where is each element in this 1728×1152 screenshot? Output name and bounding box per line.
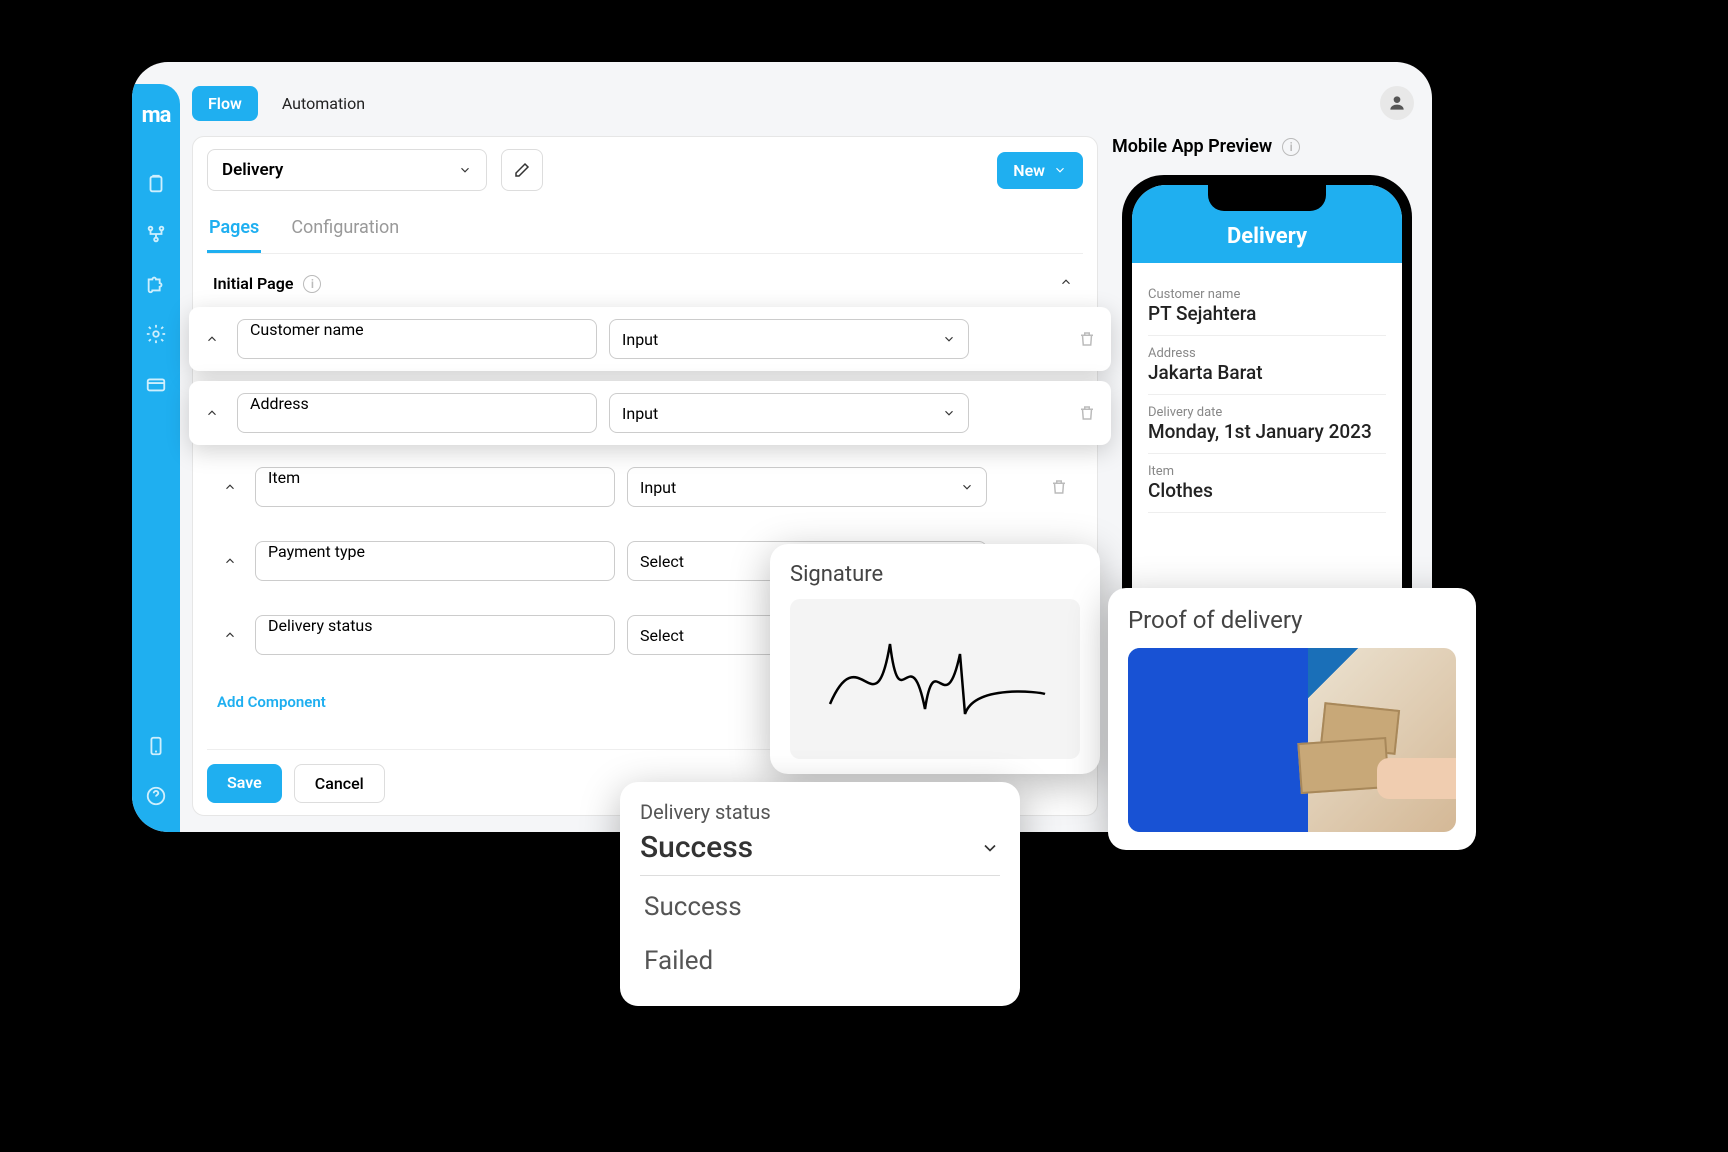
help-icon[interactable] [142, 782, 170, 810]
proof-of-delivery-card: Proof of delivery [1108, 588, 1476, 850]
field-row: Address Input [189, 381, 1111, 445]
receiving-hand [1377, 758, 1456, 798]
tab-automation[interactable]: Automation [266, 86, 381, 121]
field-type-select[interactable]: Input [609, 393, 969, 433]
chevron-down-icon [942, 406, 956, 420]
trash-icon[interactable] [1073, 325, 1101, 353]
preview-field-value: Clothes [1148, 479, 1386, 513]
chevron-down-icon [1053, 163, 1067, 177]
status-option[interactable]: Failed [640, 934, 1000, 988]
subtab-pages[interactable]: Pages [207, 209, 261, 253]
preview-field-value: PT Sejahtera [1148, 302, 1386, 336]
proof-image [1128, 648, 1456, 832]
phone-notch [1208, 185, 1326, 211]
section-title: Initial Page [213, 274, 293, 293]
chevron-up-icon[interactable] [199, 326, 225, 352]
chevron-up-icon[interactable] [199, 400, 225, 426]
clipboard-icon[interactable] [142, 170, 170, 198]
trash-icon[interactable] [1045, 473, 1073, 501]
subtab-configuration[interactable]: Configuration [289, 209, 401, 253]
save-button[interactable]: Save [207, 764, 282, 803]
preview-field-label: Address [1148, 346, 1386, 361]
field-type-select[interactable]: Input [627, 467, 987, 507]
sidebar: ma [132, 84, 180, 832]
preview-field-value: Monday, 1st January 2023 [1148, 420, 1386, 454]
preview-field-label: Item [1148, 464, 1386, 479]
preview-field-value: Jakarta Barat [1148, 361, 1386, 395]
editor-header: Delivery New [207, 149, 1083, 191]
editor-subtabs: Pages Configuration [207, 209, 1083, 254]
mobile-icon[interactable] [142, 732, 170, 760]
field-name-input[interactable]: Payment type [255, 541, 615, 581]
flow-name: Delivery [222, 160, 283, 180]
chevron-down-icon [458, 163, 472, 177]
field-name-input[interactable]: Address [237, 393, 597, 433]
chevron-up-icon[interactable] [217, 474, 243, 500]
field-type-select[interactable]: Input [609, 319, 969, 359]
proof-title: Proof of delivery [1128, 606, 1456, 634]
status-option[interactable]: Success [640, 880, 1000, 934]
preview-field-label: Delivery date [1148, 405, 1386, 420]
chevron-down-icon [980, 838, 1000, 858]
card-icon[interactable] [142, 370, 170, 398]
edit-flow-button[interactable] [501, 149, 543, 191]
field-row: Customer name Input [189, 307, 1111, 371]
signature-pad[interactable] [790, 599, 1080, 759]
section-header: Initial Page i [207, 268, 1083, 307]
field-name-input[interactable]: Delivery status [255, 615, 615, 655]
tab-flow[interactable]: Flow [192, 86, 258, 121]
status-selected[interactable]: Success [640, 830, 1000, 876]
status-label: Delivery status [640, 800, 1000, 824]
phone-body: Customer name PT Sejahtera Address Jakar… [1132, 263, 1402, 527]
collapse-section-button[interactable] [1059, 274, 1073, 293]
preview-title: Mobile App Preview i [1112, 136, 1432, 157]
signature-title: Signature [790, 562, 1080, 587]
user-avatar[interactable] [1380, 86, 1414, 120]
field-row: Item Input [207, 455, 1083, 519]
gear-icon[interactable] [142, 320, 170, 348]
new-button[interactable]: New [997, 152, 1083, 189]
preview-field-label: Customer name [1148, 287, 1386, 302]
chevron-up-icon[interactable] [217, 622, 243, 648]
signature-icon [820, 614, 1050, 744]
delivery-status-card: Delivery status Success Success Failed [620, 782, 1020, 1006]
info-icon[interactable]: i [303, 275, 321, 293]
field-name-input[interactable]: Customer name [237, 319, 597, 359]
trash-icon[interactable] [1073, 399, 1101, 427]
delivery-person [1128, 648, 1308, 832]
workflow-icon[interactable] [142, 220, 170, 248]
app-logo: ma [138, 102, 174, 128]
topbar: Flow Automation [192, 80, 1414, 126]
signature-card: Signature [770, 544, 1100, 774]
field-name-input[interactable]: Item [255, 467, 615, 507]
flow-select[interactable]: Delivery [207, 149, 487, 191]
info-icon[interactable]: i [1282, 138, 1300, 156]
chevron-down-icon [960, 480, 974, 494]
chevron-up-icon[interactable] [217, 548, 243, 574]
cancel-button[interactable]: Cancel [294, 764, 385, 803]
chevron-down-icon [942, 332, 956, 346]
puzzle-icon[interactable] [142, 270, 170, 298]
